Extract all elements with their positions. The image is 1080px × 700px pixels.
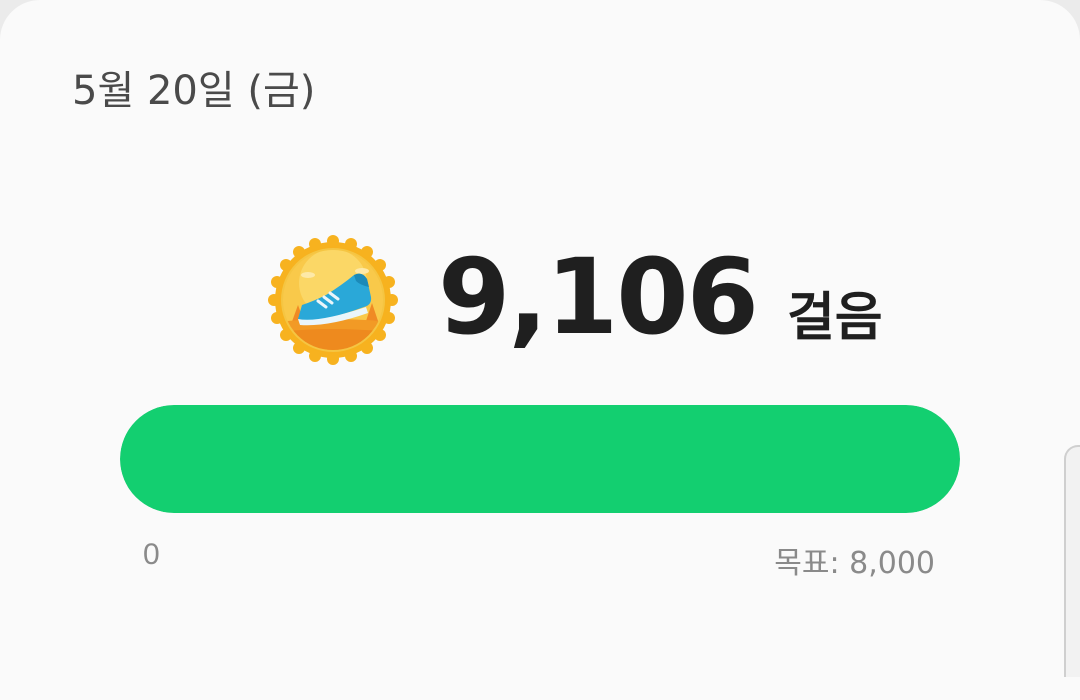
step-progress-fill [120,405,960,513]
step-count: 9,106 [438,236,759,358]
running-shoe-badge-icon [268,235,398,365]
date-label: 5월 20일 (금) [72,68,316,114]
step-unit-label: 걸음 [786,287,883,348]
scrollbar[interactable] [1064,445,1080,677]
step-progress-bar [120,405,960,513]
progress-min-label: 0 [143,538,160,571]
goal-label: 목표: 8,000 [774,546,935,581]
steps-summary: 9,106 걸음 [268,232,883,368]
daily-steps-card[interactable]: 5월 20일 (금) 9,106 걸음 0 목표: 8,000 [0,0,1080,700]
